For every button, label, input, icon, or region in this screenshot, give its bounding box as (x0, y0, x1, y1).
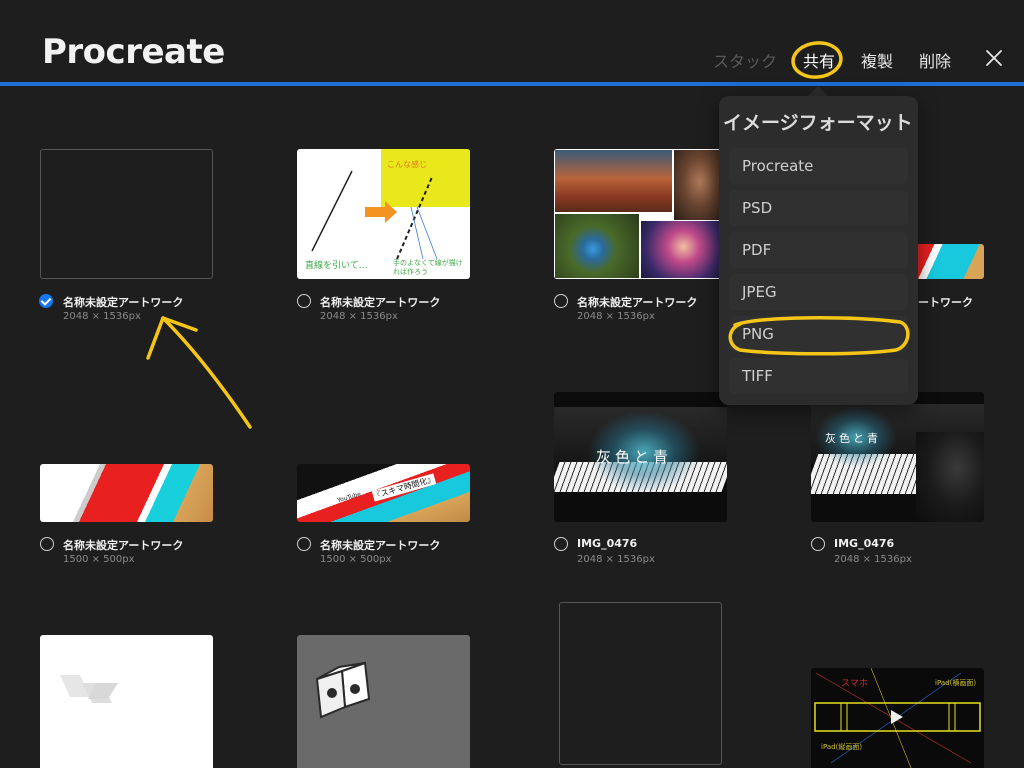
format-option-tiff[interactable]: TIFF (729, 358, 908, 394)
pointer-arrow (161, 316, 252, 429)
artwork-name[interactable]: IMG_0476 (834, 537, 894, 550)
selection-checkbox[interactable] (297, 537, 311, 551)
format-label: PDF (742, 241, 772, 259)
artwork-dimensions: 2048 × 1536px (577, 554, 655, 565)
share-button[interactable]: 共有 (803, 48, 835, 72)
artwork-thumbnail[interactable] (918, 244, 984, 279)
close-icon[interactable] (985, 49, 1003, 67)
share-popover-arrow (808, 86, 828, 96)
format-label: JPEG (742, 283, 777, 301)
artwork-name[interactable]: 名称未設定アートワーク (320, 537, 440, 553)
artwork-name[interactable]: 名称未設定アートワーク (320, 294, 440, 310)
sketch-caption-box: こんな感じ (387, 160, 427, 169)
collage-desert-image (555, 150, 672, 212)
delete-button[interactable]: 削除 (919, 48, 951, 72)
artwork-thumbnail[interactable]: 『スキマ時間化』 YouTube (297, 464, 470, 522)
artwork-dimensions: 1500 × 500px (63, 554, 135, 565)
layout-label-bottom: iPad(縦画面) (821, 743, 863, 751)
artwork-name[interactable]: 名称未設定アートワーク (63, 294, 183, 310)
format-option-jpeg[interactable]: JPEG (729, 274, 908, 310)
image-format-heading: イメージフォーマット (723, 112, 913, 134)
artwork-thumbnail[interactable] (40, 635, 213, 768)
stack-button[interactable]: スタック (713, 48, 777, 72)
layout-label-top: スマホ (841, 679, 868, 689)
selection-checkbox[interactable] (40, 537, 54, 551)
artwork-dimensions: 2048 × 1536px (577, 311, 655, 322)
sketch-caption-left: 直線を引いて… (305, 261, 368, 271)
artwork-dimensions: 2048 × 1536px (834, 554, 912, 565)
format-option-psd[interactable]: PSD (729, 190, 908, 226)
format-option-procreate[interactable]: Procreate (729, 148, 908, 184)
share-format-popover: イメージフォーマット Procreate PSD PDF JPEG PNG TI… (719, 96, 918, 405)
format-option-pdf[interactable]: PDF (729, 232, 908, 268)
app-title[interactable]: Procreate (42, 32, 225, 72)
selection-checkbox[interactable] (554, 537, 568, 551)
pianist-silhouette (916, 432, 984, 522)
cube-logo-icon (315, 661, 371, 719)
artwork-name[interactable]: 名称未設定アートワーク (63, 537, 183, 553)
pointer-arrowhead (146, 316, 198, 360)
format-label: Procreate (742, 157, 814, 175)
artwork-name[interactable]: IMG_0476 (577, 537, 637, 550)
format-label: TIFF (742, 367, 773, 385)
artwork-thumbnail[interactable] (297, 635, 470, 768)
artwork-thumbnail[interactable]: 灰色と青 (554, 392, 727, 522)
banner-caption-sub: YouTube (336, 490, 362, 505)
selection-checkbox[interactable] (297, 294, 311, 308)
artwork-thumbnail[interactable]: スマホ iPad(横画面) iPad(縦画面) (811, 668, 984, 768)
artwork-dimensions: 2048 × 1536px (63, 311, 141, 322)
collage-character-image (641, 221, 726, 278)
piano-title-text: 灰色と青 (825, 432, 881, 445)
format-label: PNG (742, 325, 774, 343)
selection-mode-bar (0, 82, 1024, 86)
layout-label-right: iPad(横画面) (935, 679, 977, 687)
duplicate-button[interactable]: 複製 (861, 48, 893, 72)
artwork-dimensions: 1500 × 500px (320, 554, 392, 565)
piano-title-text: 灰色と青 (596, 448, 673, 466)
artwork-name[interactable]: ートワーク (918, 294, 973, 310)
artwork-thumbnail[interactable]: 灰色と青 (811, 392, 984, 522)
banner-caption-main: 『スキマ時間化』 (371, 473, 437, 502)
artwork-thumbnail[interactable] (40, 464, 213, 522)
logo-mark (60, 675, 118, 703)
artwork-thumbnail[interactable] (554, 149, 727, 279)
artwork-thumbnail[interactable] (40, 149, 213, 279)
selection-checkbox[interactable] (811, 537, 825, 551)
artwork-dimensions: 2048 × 1536px (320, 311, 398, 322)
format-label: PSD (742, 199, 773, 217)
format-option-png[interactable]: PNG (729, 316, 908, 352)
selection-checkbox[interactable] (39, 294, 53, 308)
artwork-thumbnail[interactable] (559, 602, 722, 765)
sketch-caption-right: 手のよなくて線が描ければ作ろう (393, 259, 463, 276)
header-bar: Procreate スタック 共有 複製 削除 (0, 0, 1024, 86)
artwork-name[interactable]: 名称未設定アートワーク (577, 294, 697, 310)
selection-checkbox[interactable] (554, 294, 568, 308)
collage-bird-image (555, 214, 639, 278)
artwork-thumbnail[interactable]: 直線を引いて… こんな感じ 手のよなくて線が描ければ作ろう (297, 149, 470, 279)
